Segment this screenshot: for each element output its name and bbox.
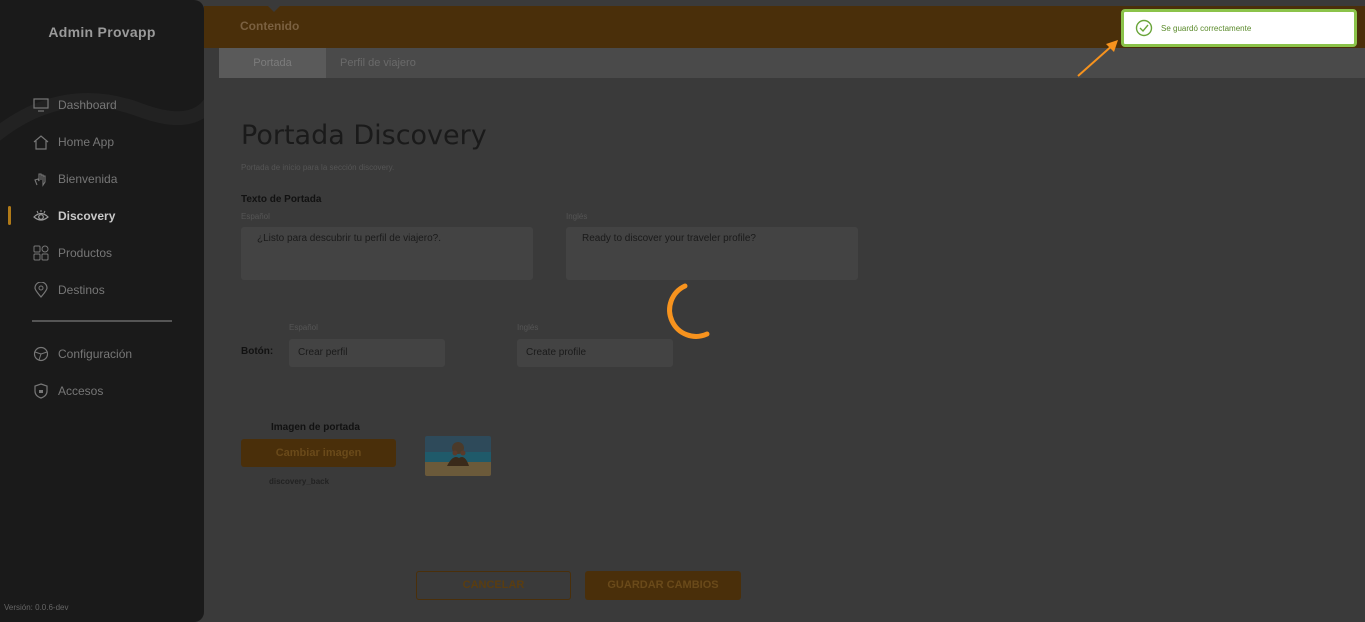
sidebar-item-label: Accesos <box>58 383 104 398</box>
pointer-arrow-icon <box>1077 40 1118 77</box>
toast-message: Se guardó correctamente <box>1161 23 1252 33</box>
success-toast: Se guardó correctamente <box>1121 9 1357 47</box>
sidebar-item-accesos[interactable]: Accesos <box>0 372 204 409</box>
image-file-name: discovery_back <box>269 477 330 486</box>
location-pin-icon <box>32 281 50 299</box>
loading-spinner-icon <box>667 283 710 339</box>
eye-icon <box>32 207 50 225</box>
sidebar-item-label: Home App <box>58 134 115 149</box>
sidebar-item-label: Bienvenida <box>58 171 118 186</box>
button-text-en-label: Inglés <box>517 323 539 332</box>
button-text-es-input[interactable]: Crear perfil <box>289 339 445 367</box>
tab-perfil-de-viajero[interactable]: Perfil de viajero <box>340 48 416 78</box>
sidebar-nav: Dashboard Home App Bienvenida Discovery … <box>0 86 204 308</box>
page-subtitle: Portada de inicio para la sección discov… <box>241 163 395 172</box>
cover-text-es-label: Español <box>241 212 270 221</box>
page-section-title: Contenido <box>240 19 300 33</box>
sidebar-item-dashboard[interactable]: Dashboard <box>0 86 204 123</box>
button-text-label: Botón: <box>241 346 274 357</box>
sidebar-item-configuracion[interactable]: Configuración <box>0 335 204 372</box>
sidebar-item-label: Discovery <box>58 208 116 223</box>
sidebar-divider <box>32 320 172 322</box>
button-text-es-label: Español <box>289 323 318 332</box>
monitor-icon <box>32 96 50 114</box>
cover-image-thumbnail <box>425 436 491 476</box>
settings-icon <box>32 345 50 363</box>
change-image-button[interactable]: Cambiar imagen <box>241 439 396 467</box>
sidebar-item-productos[interactable]: Productos <box>0 234 204 271</box>
grid-icon <box>32 244 50 262</box>
sidebar-item-label: Configuración <box>58 346 133 361</box>
sidebar-item-home-app[interactable]: Home App <box>0 123 204 160</box>
sidebar-item-label: Productos <box>58 245 113 260</box>
sidebar: Admin Provapp Dashboard Home App Bienven… <box>0 0 204 622</box>
hand-icon <box>32 170 50 188</box>
page-title: Portada Discovery <box>241 120 487 151</box>
sidebar-item-discovery[interactable]: Discovery <box>0 197 204 234</box>
sidebar-item-bienvenida[interactable]: Bienvenida <box>0 160 204 197</box>
sidebar-item-destinos[interactable]: Destinos <box>0 271 204 308</box>
sidebar-item-label: Destinos <box>58 282 105 297</box>
version-label: Versión: 0.0.6-dev <box>4 603 69 612</box>
sidebar-nav-secondary: Configuración Accesos <box>0 335 204 409</box>
app-title: Admin Provapp <box>48 24 156 40</box>
sidebar-item-label: Dashboard <box>58 97 117 112</box>
save-changes-button[interactable]: GUARDAR CAMBIOS <box>585 571 741 600</box>
cover-text-label: Texto de Portada <box>241 194 322 205</box>
tab-bar: Portada Perfil de viajero <box>219 48 1365 78</box>
cover-text-en-textarea[interactable]: Ready to discover your traveler profile? <box>566 227 858 280</box>
cover-text-es-textarea[interactable]: ¿Listo para descubrir tu perfil de viaje… <box>241 227 533 280</box>
cover-image-label: Imagen de portada <box>271 422 360 433</box>
check-circle-icon <box>1135 19 1153 37</box>
shield-icon <box>32 382 50 400</box>
tab-portada[interactable]: Portada <box>219 48 326 78</box>
cancel-button[interactable]: CANCELAR <box>416 571 571 600</box>
home-icon <box>32 133 50 151</box>
cover-text-en-label: Inglés <box>566 212 588 221</box>
